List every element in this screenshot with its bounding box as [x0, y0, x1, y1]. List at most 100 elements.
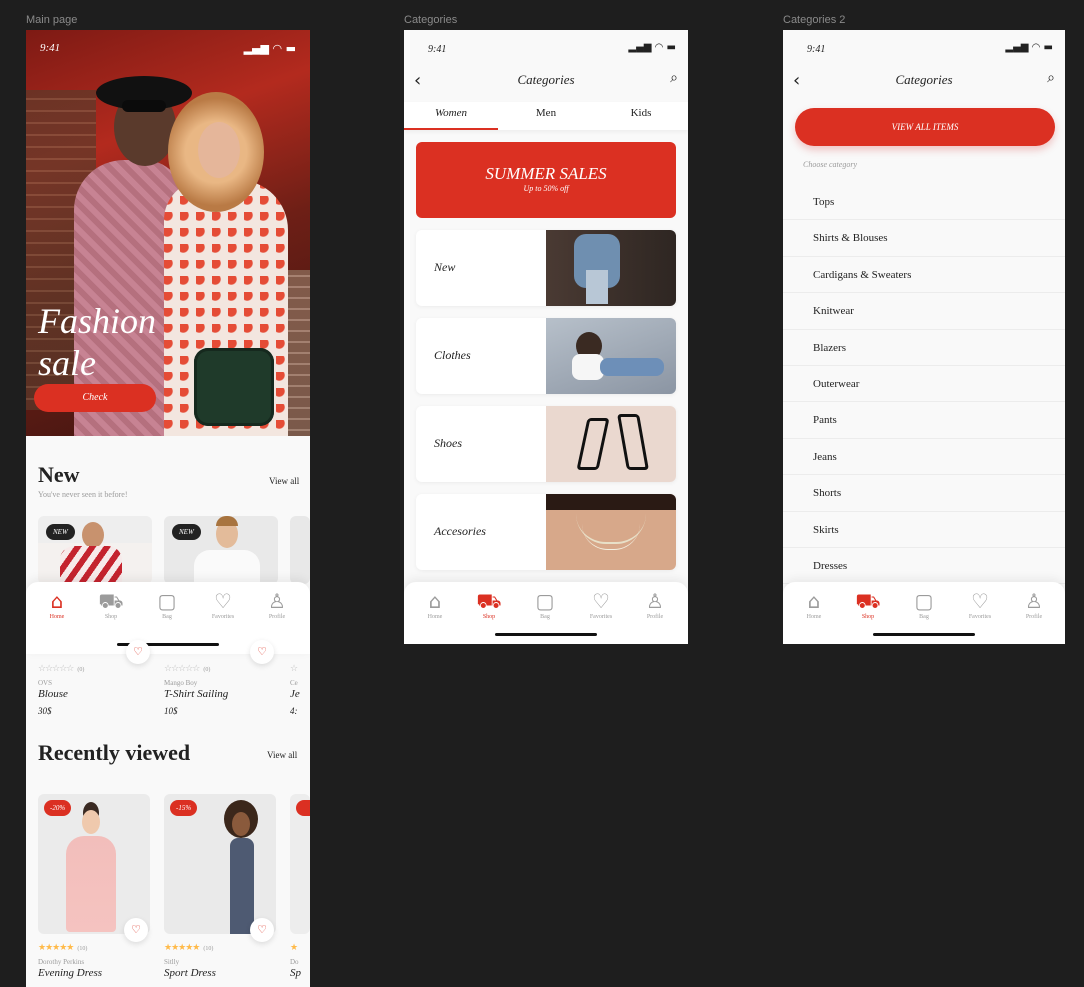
recent-product-image-partial[interactable]	[290, 794, 310, 934]
hero-title: Fashion sale	[38, 300, 156, 384]
product-brand: Mango Boy	[164, 679, 198, 687]
tab-label: Shop	[104, 614, 118, 620]
tab-shop[interactable]: ⛟ Shop	[86, 590, 136, 620]
recent-view-all-link[interactable]: View all	[267, 750, 297, 760]
category-item[interactable]: Tops	[783, 184, 1065, 221]
rating-stars: ★	[290, 943, 298, 953]
product-info-partial: ☆ Ce Je 4:	[290, 658, 310, 716]
view-all-items-button[interactable]: VIEW ALL ITEMS	[795, 108, 1055, 146]
heart-icon: ♡	[971, 589, 989, 613]
status-icons: ▂▄▆ ◠ ▬	[243, 42, 296, 55]
check-button[interactable]: Check	[34, 384, 156, 412]
tab-profile[interactable]: ♙ Profile	[252, 590, 302, 620]
category-photo	[546, 406, 676, 482]
category-item[interactable]: Skirts	[783, 512, 1065, 548]
tab-favorites[interactable]: ♡ Favorites	[955, 590, 1005, 620]
tab-bag[interactable]: ▢ Bag	[520, 590, 570, 620]
search-icon[interactable]: ⌕	[1047, 70, 1055, 86]
page-title: Categories	[895, 72, 953, 87]
product-name: Sport Dress	[164, 967, 216, 979]
category-item[interactable]: Dresses	[783, 548, 1065, 585]
product-image: NEW	[38, 516, 152, 584]
hero-handbag	[194, 348, 274, 426]
home-icon: ⌂	[428, 589, 442, 613]
new-product-card-partial[interactable]	[290, 516, 310, 584]
product-image	[290, 516, 310, 584]
tab-shop[interactable]: ⛟ Shop	[464, 590, 514, 620]
bag-icon: ▢	[914, 589, 934, 613]
new-product-card[interactable]: NEW	[164, 516, 278, 584]
gender-tabs: Women Men Kids	[404, 102, 688, 130]
tab-profile[interactable]: ♙ Profile	[1009, 590, 1059, 620]
category-item[interactable]: Cardigans & Sweaters	[783, 257, 1065, 294]
recent-product-info: ★★★★★ (10) Dorothy Perkins Evening Dress	[38, 937, 156, 979]
new-badge: NEW	[46, 524, 75, 540]
category-card-clothes[interactable]: Clothes	[416, 318, 676, 394]
category-card-accesories[interactable]: Accesories	[416, 494, 676, 570]
nav-bar: ‹ Categories ⌕	[404, 68, 688, 96]
product-name: Evening Dress	[38, 967, 103, 979]
tab-label: Profile	[268, 614, 286, 620]
tab-home[interactable]: ⌂ Home	[32, 590, 82, 620]
tab-men[interactable]: Men	[499, 107, 593, 119]
product-name: Je	[290, 688, 300, 700]
hero-model-2-face	[198, 122, 240, 178]
category-photo	[546, 318, 676, 394]
search-icon[interactable]: ⌕	[670, 70, 678, 86]
product-price: 30$	[38, 706, 52, 716]
category-item[interactable]: Shorts	[783, 475, 1065, 512]
cart-icon: ⛟	[476, 589, 502, 613]
tab-favorites[interactable]: ♡ Favorites	[576, 590, 626, 620]
status-icons: ▂▄▆ ◠ ▬	[628, 42, 676, 53]
categories-tab-bar: ⌂ Home ⛟ Shop ▢ Bag ♡ Favorites ♙ Profil…	[404, 582, 688, 644]
tab-favorites[interactable]: ♡ Favorites	[198, 590, 248, 620]
hero-sunglasses	[122, 100, 166, 112]
category-item[interactable]: Knitwear	[783, 293, 1065, 330]
category-item[interactable]: Outerwear	[783, 366, 1065, 403]
rating-stars: ★★★★★	[164, 943, 200, 953]
product-brand: Sitlly	[164, 958, 180, 966]
category-card-shoes[interactable]: Shoes	[416, 406, 676, 482]
hero-title-line-1: Fashion	[38, 301, 157, 341]
product-name: Sp	[290, 967, 301, 979]
product-name: T-Shirt Sailing	[164, 688, 229, 700]
home-icon: ⌂	[50, 589, 64, 613]
discount-badge: -15%	[170, 800, 198, 816]
tab-home[interactable]: ⌂ Home	[789, 590, 839, 620]
tab-label: Favorites	[968, 614, 992, 620]
new-product-card[interactable]: NEW	[38, 516, 152, 584]
tab-bag[interactable]: ▢ Bag	[142, 590, 192, 620]
tab-bag[interactable]: ▢ Bag	[899, 590, 949, 620]
tab-label: Bag	[540, 614, 550, 620]
tab-women[interactable]: Women	[404, 107, 498, 119]
categories-2-tab-bar: ⌂ Home ⛟ Shop ▢ Bag ♡ Favorites ♙ Profil…	[783, 582, 1065, 644]
product-info: ☆☆☆☆☆ (0) Mango Boy T-Shirt Sailing 10$	[164, 658, 282, 716]
category-label: New	[434, 260, 456, 274]
category-item[interactable]: Jeans	[783, 439, 1065, 476]
rating-stars: ★★★★★	[38, 943, 74, 953]
recent-product-image[interactable]: -15%	[164, 794, 276, 934]
tab-kids[interactable]: Kids	[594, 107, 688, 119]
category-item[interactable]: Shirts & Blouses	[783, 220, 1065, 257]
tab-profile[interactable]: ♙ Profile	[630, 590, 680, 620]
tab-home[interactable]: ⌂ Home	[410, 590, 460, 620]
new-view-all-link[interactable]: View all	[269, 476, 299, 486]
active-tab-underline	[404, 128, 498, 130]
product-brand: Ce	[290, 679, 298, 687]
tab-shop[interactable]: ⛟ Shop	[843, 590, 893, 620]
categories-screen: 9:41 ▂▄▆ ◠ ▬ ‹ Categories ⌕ Women Men Ki…	[404, 30, 688, 644]
status-time: 9:41	[807, 44, 826, 55]
product-brand: Dorothy Perkins	[38, 958, 85, 966]
category-item[interactable]: Blazers	[783, 330, 1065, 366]
frame-label-main: Main page	[26, 14, 78, 26]
profile-icon: ♙	[1025, 589, 1043, 613]
product-image: NEW	[164, 516, 278, 584]
category-card-new[interactable]: New	[416, 230, 676, 306]
product-brand: OVS	[38, 679, 53, 687]
category-item[interactable]: Pants	[783, 402, 1065, 439]
summer-sales-banner[interactable]: SUMMER SALES Up to 50% off	[416, 142, 676, 218]
product-name: Blouse	[38, 688, 68, 700]
tab-label: Home	[427, 614, 443, 620]
recent-product-image[interactable]: -20%	[38, 794, 150, 934]
nav-bar: ‹ Categories ⌕	[783, 68, 1065, 96]
